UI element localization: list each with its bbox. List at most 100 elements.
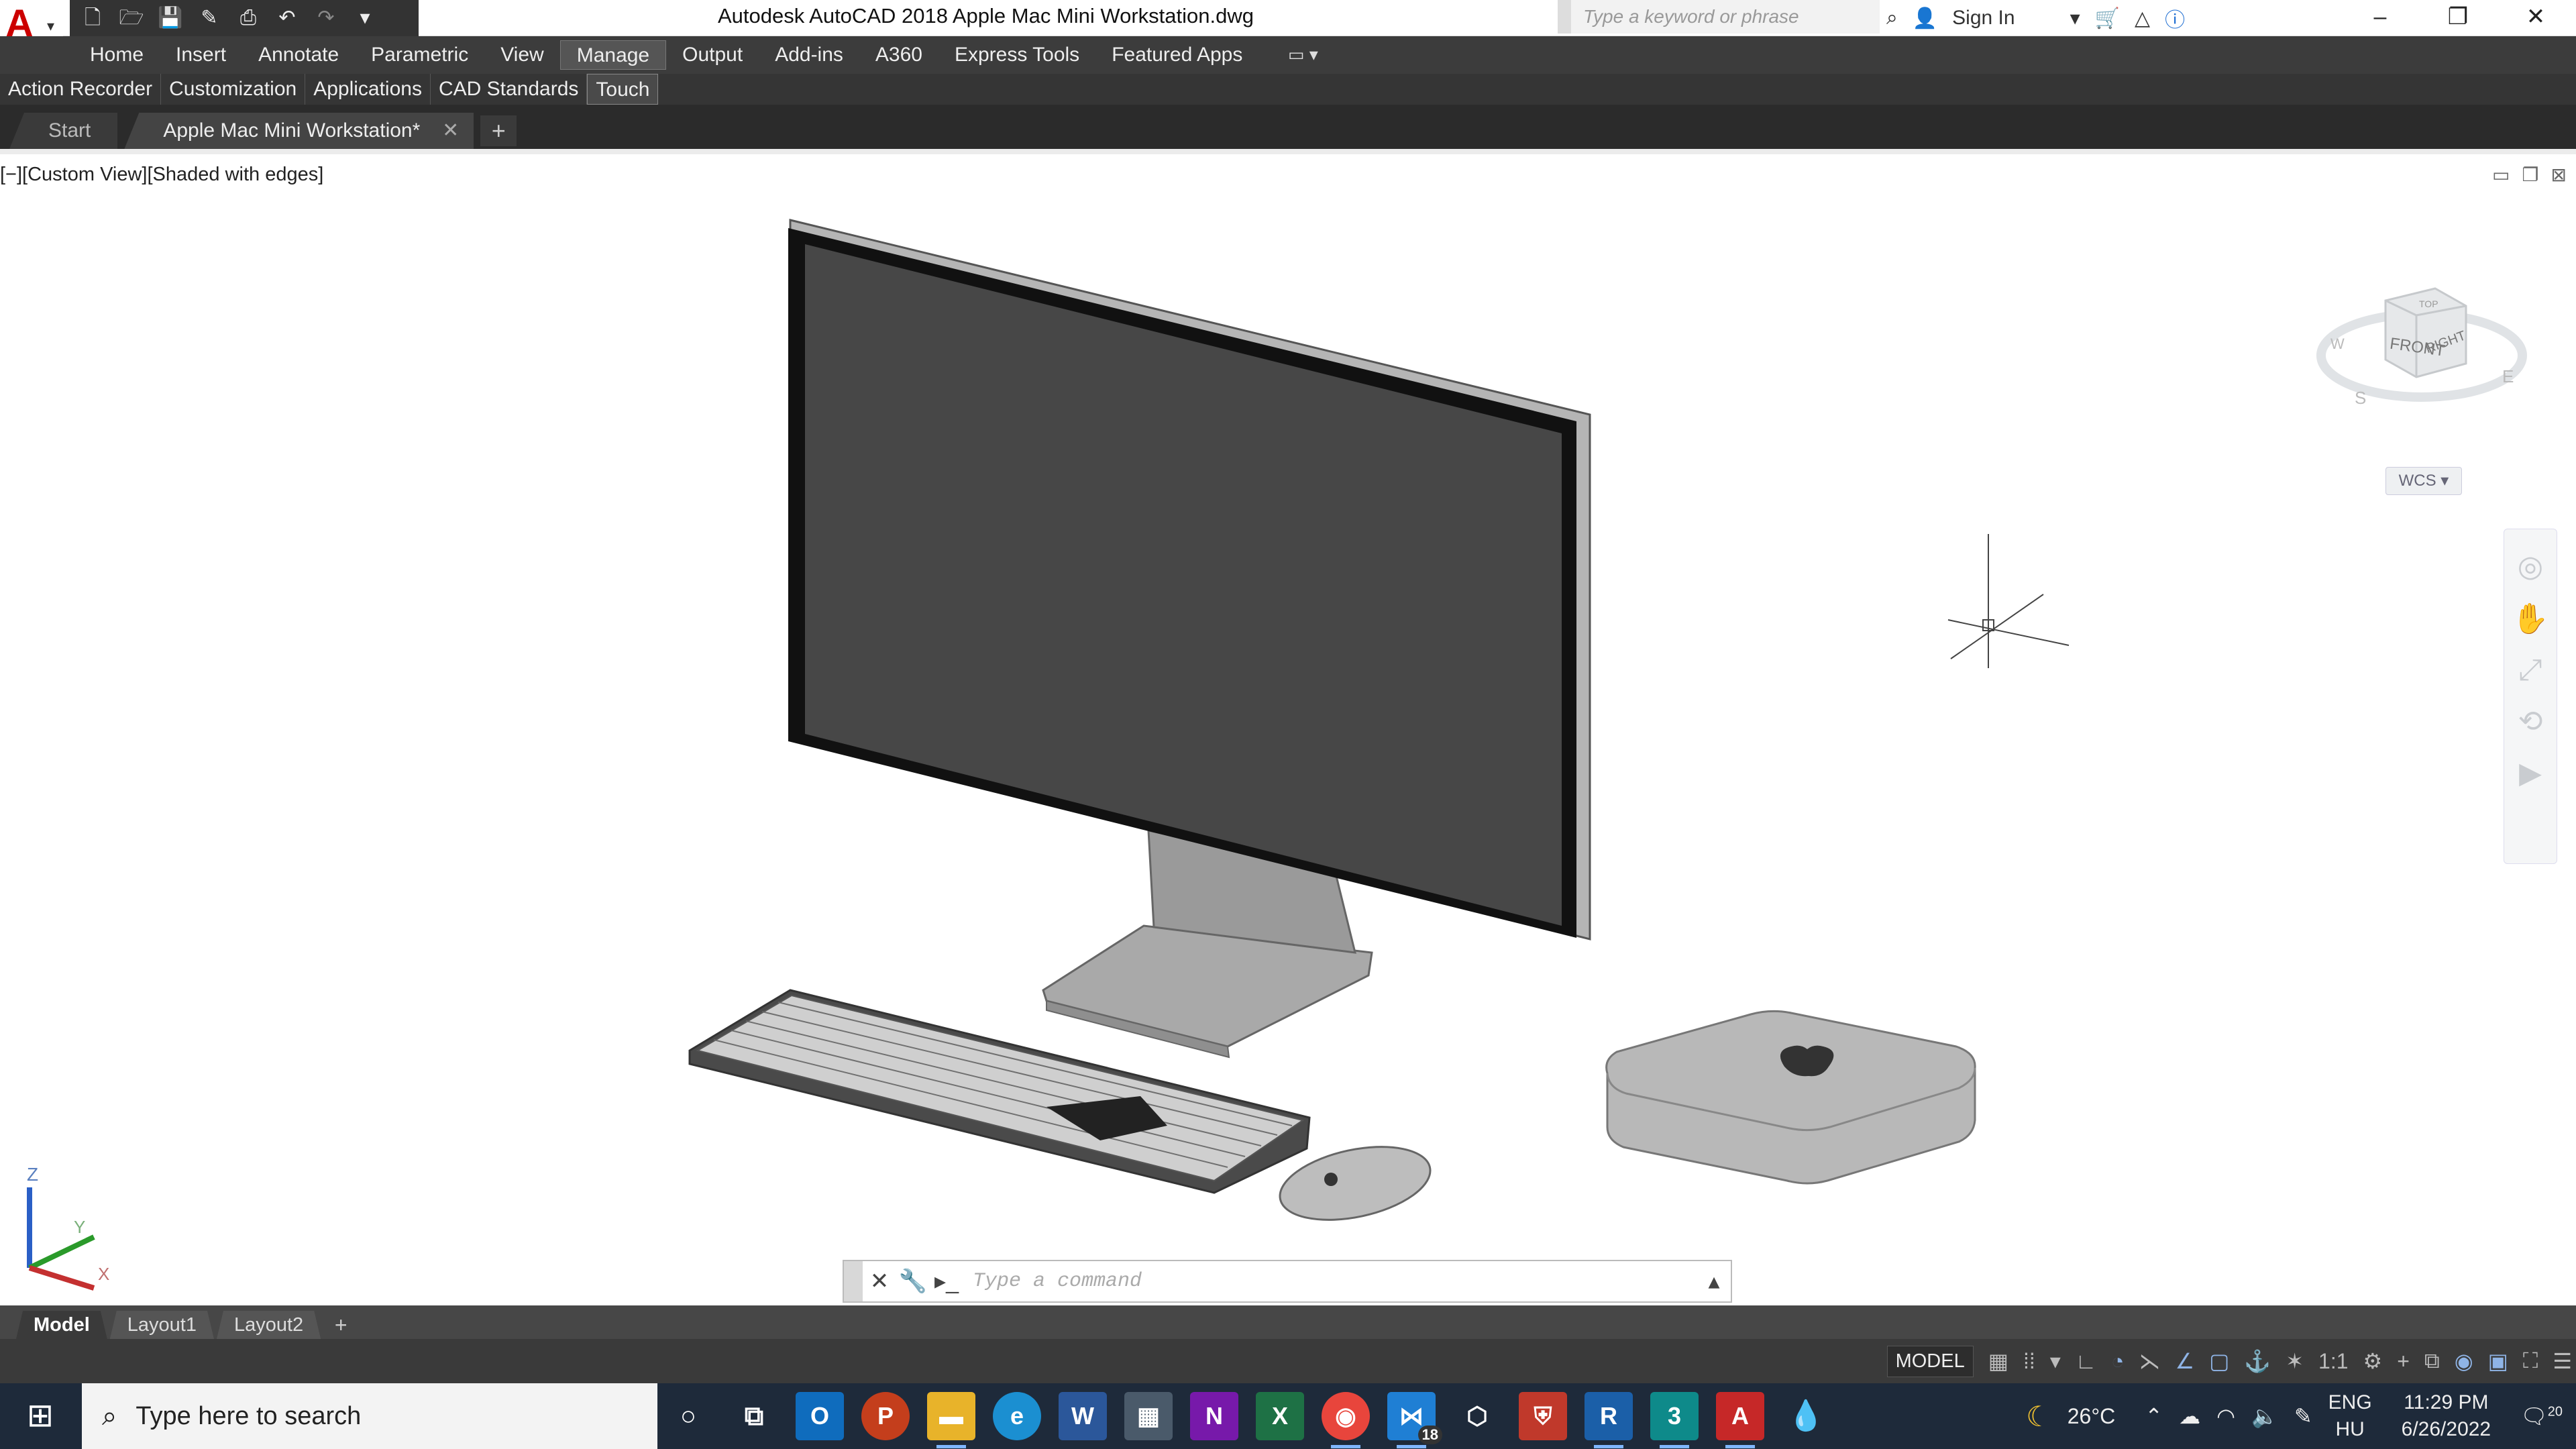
minimize-button[interactable]: –: [2341, 0, 2419, 36]
panel-cad-standards[interactable]: CAD Standards: [431, 74, 588, 105]
volume-icon[interactable]: 🔈: [2251, 1403, 2278, 1429]
tab-manage[interactable]: Manage: [559, 40, 667, 70]
tab-model[interactable]: Model: [16, 1311, 107, 1339]
showmotion-icon[interactable]: ▶: [2519, 756, 2542, 790]
grid-icon[interactable]: ▦: [1988, 1348, 2008, 1374]
ui-lock-icon[interactable]: ⧉: [2424, 1348, 2440, 1374]
object-snap-icon[interactable]: ▢: [2209, 1348, 2229, 1374]
wrench-icon[interactable]: 🔧: [896, 1261, 930, 1301]
tab-home[interactable]: Home: [74, 40, 160, 70]
language-indicator[interactable]: ENG HU: [2328, 1389, 2372, 1443]
tab-annotate[interactable]: Annotate: [242, 40, 355, 70]
command-line-grip[interactable]: [844, 1261, 863, 1301]
open-file-icon[interactable]: 🗁: [118, 5, 145, 32]
file-explorer-icon[interactable]: ▬: [927, 1392, 975, 1448]
tab-output[interactable]: Output: [666, 40, 759, 70]
panel-applications[interactable]: Applications: [305, 74, 431, 105]
3dsmax-icon[interactable]: 3: [1650, 1392, 1699, 1448]
security-icon[interactable]: ⛨: [1519, 1392, 1567, 1440]
new-tab-button[interactable]: +: [480, 115, 517, 146]
redo-icon[interactable]: ↷: [313, 5, 339, 32]
help-icon[interactable]: ⓘ: [2165, 3, 2185, 33]
annotation-visibility-icon[interactable]: ⚓: [2244, 1348, 2271, 1374]
new-file-icon[interactable]: 🗋: [79, 5, 106, 32]
tab-featured-apps[interactable]: Featured Apps: [1095, 40, 1258, 70]
viewport-minimize-icon[interactable]: ▭: [2492, 164, 2510, 186]
ortho-icon[interactable]: ∟: [2076, 1349, 2096, 1374]
snap-icon[interactable]: ⁞⁞: [2023, 1349, 2035, 1374]
weather-icon[interactable]: ☾: [2026, 1400, 2051, 1433]
autocad-icon[interactable]: A: [1716, 1392, 1764, 1448]
pan-icon[interactable]: ✋: [2512, 601, 2549, 636]
orbit-icon[interactable]: ⟲: [2518, 704, 2543, 739]
wcs-menu[interactable]: WCS ▾: [2385, 467, 2462, 495]
pen-icon[interactable]: ✎: [2294, 1403, 2312, 1429]
viewcube[interactable]: TOP FRONT RIGHT W S E: [2308, 262, 2536, 436]
tab-parametric[interactable]: Parametric: [355, 40, 484, 70]
annotation-scale-button[interactable]: 1:1: [2318, 1349, 2348, 1374]
chevron-up-icon[interactable]: ▴: [1697, 1261, 1731, 1301]
model-space-toggle[interactable]: MODEL: [1886, 1345, 1974, 1377]
panel-action-recorder[interactable]: Action Recorder: [0, 74, 162, 105]
excel-icon[interactable]: X: [1256, 1392, 1304, 1440]
plus-icon[interactable]: +: [2397, 1349, 2410, 1374]
panel-customization[interactable]: Customization: [161, 74, 306, 105]
close-icon[interactable]: ✕: [863, 1261, 896, 1301]
wifi-icon[interactable]: ◠: [2216, 1403, 2235, 1429]
polar-tracking-icon[interactable]: ◔: [2111, 1349, 2124, 1374]
tab-a360[interactable]: A360: [859, 40, 938, 70]
powerpoint-icon[interactable]: P: [861, 1392, 910, 1440]
task-view-icon[interactable]: ⧉: [730, 1392, 778, 1440]
model-viewport[interactable]: Z Y X [−][Custom View][Shaded with edges…: [0, 149, 2576, 1305]
help-search-input[interactable]: [1571, 0, 1880, 34]
close-button[interactable]: ✕: [2497, 0, 2575, 36]
object-snap-tracking-icon[interactable]: ∠: [2175, 1348, 2194, 1374]
chevron-up-icon[interactable]: ⌃: [2145, 1403, 2163, 1429]
notifications-icon[interactable]: 🗨20: [2520, 1403, 2563, 1429]
viewport-close-icon[interactable]: ⊠: [2551, 164, 2567, 186]
command-input[interactable]: [963, 1261, 1697, 1301]
autoscale-icon[interactable]: ✶: [2286, 1348, 2304, 1374]
tab-express-tools[interactable]: Express Tools: [938, 40, 1095, 70]
undo-icon[interactable]: ↶: [274, 5, 301, 32]
3d-viewer-icon[interactable]: ⬡: [1453, 1392, 1501, 1440]
chevron-down-icon[interactable]: ▾: [2050, 1348, 2061, 1374]
binoculars-icon[interactable]: ⌕: [1886, 7, 1898, 30]
tab-layout1[interactable]: Layout1: [110, 1311, 214, 1339]
gear-icon[interactable]: ⚙: [2363, 1348, 2383, 1374]
paint-icon[interactable]: 💧: [1782, 1392, 1830, 1440]
clean-screen-icon[interactable]: ⛶: [2523, 1348, 2538, 1374]
command-prompt-icon[interactable]: ▸_: [930, 1261, 963, 1301]
word-icon[interactable]: W: [1059, 1392, 1107, 1440]
ribbon-display-toggle-icon[interactable]: ▭ ▾: [1288, 44, 1318, 65]
autodesk-a360-icon[interactable]: △: [2135, 7, 2150, 30]
add-layout-button[interactable]: +: [323, 1311, 358, 1339]
weather-temperature[interactable]: 26°C: [2068, 1404, 2116, 1429]
tab-layout2[interactable]: Layout2: [217, 1311, 321, 1339]
sign-in-link[interactable]: Sign In: [1952, 7, 2015, 30]
print-icon[interactable]: ⎙: [235, 5, 262, 32]
cortana-icon[interactable]: ○: [664, 1392, 712, 1440]
taskbar-search-input[interactable]: [136, 1401, 592, 1431]
user-icon[interactable]: 👤: [1913, 7, 1937, 30]
tab-view[interactable]: View: [484, 40, 559, 70]
hardware-acceleration-icon[interactable]: ▣: [2488, 1348, 2508, 1374]
onedrive-icon[interactable]: ☁: [2179, 1403, 2200, 1429]
customization-menu-icon[interactable]: ☰: [2553, 1348, 2572, 1374]
isodraft-icon[interactable]: ⋋: [2139, 1348, 2160, 1374]
viewport-controls-label[interactable]: [−][Custom View][Shaded with edges]: [0, 164, 323, 186]
chevron-down-icon[interactable]: ▾: [2070, 7, 2080, 30]
close-tab-icon[interactable]: ✕: [442, 113, 459, 149]
isolate-objects-icon[interactable]: ◉: [2455, 1348, 2473, 1374]
customize-qat-icon[interactable]: ▾: [352, 5, 378, 32]
save-as-icon[interactable]: ✎: [196, 5, 223, 32]
viewport-restore-icon[interactable]: ❐: [2522, 164, 2538, 186]
steering-wheel-icon[interactable]: ◎: [2518, 549, 2543, 584]
cart-icon[interactable]: 🛒: [2095, 7, 2120, 30]
tab-start[interactable]: Start: [9, 113, 118, 149]
calculator-icon[interactable]: ▦: [1124, 1392, 1173, 1440]
tab-insert[interactable]: Insert: [160, 40, 242, 70]
vscode-icon[interactable]: ⋈ 18: [1387, 1392, 1442, 1448]
restore-button[interactable]: ❐: [2419, 0, 2497, 36]
revit-icon[interactable]: R: [1585, 1392, 1633, 1448]
